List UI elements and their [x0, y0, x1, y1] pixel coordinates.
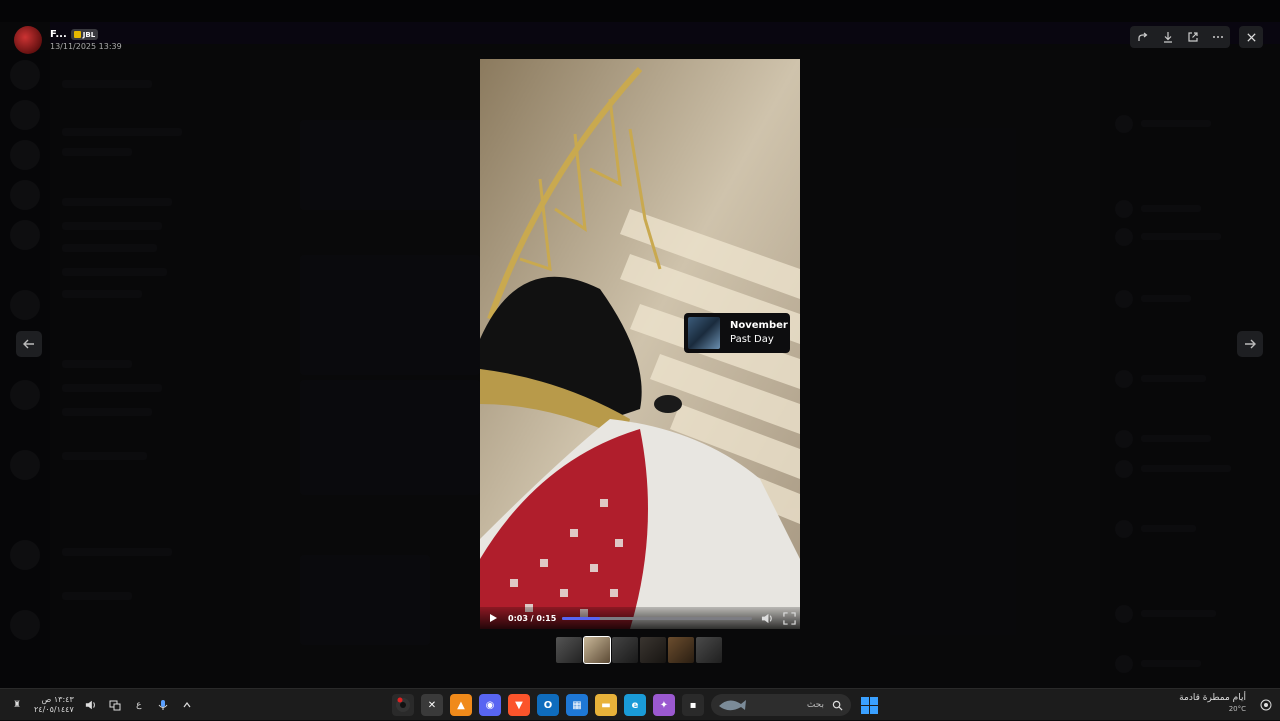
uploader-info: F... JBL 13/11/2025 13:39 [14, 26, 122, 54]
thumbnail[interactable] [696, 637, 722, 663]
share-icon [1137, 32, 1147, 41]
next-button[interactable] [1237, 331, 1263, 357]
generic-app-icon[interactable]: ▪ [682, 694, 704, 716]
volume-icon [761, 613, 772, 623]
share-button[interactable] [1134, 28, 1152, 46]
outlook-app-icon[interactable]: O [537, 694, 559, 716]
file-explorer-icon[interactable]: ▬ [595, 694, 617, 716]
avatar[interactable] [14, 26, 42, 54]
speaker-icon[interactable] [84, 698, 98, 712]
windows-logo-icon [860, 696, 869, 705]
sticker-title: November [730, 320, 788, 331]
media-thumbnail-strip [556, 636, 722, 664]
fullscreen-icon [783, 611, 796, 625]
clock-time: ١٣:٤٣ ص [41, 695, 74, 704]
search-placeholder: بحث [806, 700, 824, 710]
previous-button[interactable] [16, 331, 42, 357]
network-icon[interactable] [108, 698, 122, 712]
store-app-icon[interactable]: ▦ [566, 694, 588, 716]
thumbnail[interactable] [612, 637, 638, 663]
close-button[interactable] [1239, 26, 1263, 48]
fullscreen-button[interactable] [782, 611, 796, 625]
arrow-left-icon [23, 339, 34, 349]
song-sticker[interactable]: November Past Day [684, 313, 790, 353]
album-art [688, 317, 720, 349]
close-icon [1246, 32, 1256, 42]
weather-text: أيام ممطرة قادمة [1179, 693, 1246, 703]
chevron-up-icon[interactable] [180, 698, 194, 712]
thumbnail-selected[interactable] [583, 636, 611, 664]
thumbnail[interactable] [556, 637, 582, 663]
progress-fill [562, 616, 601, 620]
uploader-name[interactable]: F... [50, 29, 67, 40]
sticker-subtitle: Past Day [730, 334, 774, 345]
progress-bar[interactable] [562, 616, 753, 620]
windows-taskbar: ♜ ١٣:٤٣ ص ٢٤/٠٥/١٤٤٧ ع ✕ ▲ ◉ ▼ O ▦ ▬ e ✦… [0, 688, 1280, 720]
discord-app-icon[interactable]: ◉ [479, 694, 501, 716]
upload-timestamp: 13/11/2025 13:39 [50, 42, 122, 51]
edge-app-icon[interactable]: e [624, 694, 646, 716]
weather-widget[interactable]: أيام ممطرة قادمة 20°C [1179, 693, 1246, 715]
clock-date: ٢٤/٠٥/١٤٤٧ [34, 705, 74, 714]
taskbar-search[interactable]: بحث [711, 694, 851, 716]
download-icon [1163, 32, 1172, 43]
thumbnail[interactable] [668, 637, 694, 663]
video-controls: 0:03 / 0:15 [480, 607, 800, 629]
system-clock[interactable]: ١٣:٤٣ ص ٢٤/٠٥/١٤٤٧ [34, 695, 74, 715]
brave-app-icon[interactable]: ▼ [508, 694, 530, 716]
play-icon [490, 614, 497, 622]
media-actions-toolbar [1130, 26, 1230, 48]
copilot-app-icon[interactable]: ✦ [653, 694, 675, 716]
tag-icon [73, 31, 81, 38]
more-icon [1212, 36, 1223, 38]
time-display: 0:03 / 0:15 [508, 613, 557, 623]
microphone-icon[interactable] [156, 698, 170, 712]
search-highlight-icon [719, 700, 746, 711]
discord-app-icon[interactable] [392, 694, 414, 716]
open-external-icon [1187, 32, 1198, 42]
vlc-app-icon[interactable]: ▲ [450, 694, 472, 716]
more-button[interactable] [1209, 28, 1227, 46]
start-button[interactable] [858, 694, 880, 716]
thumbnail[interactable] [640, 637, 666, 663]
arrow-right-icon [1245, 339, 1256, 349]
capcut-app-icon[interactable]: ✕ [421, 694, 443, 716]
search-icon [832, 700, 843, 711]
badge-label: JBL [82, 30, 96, 39]
guild-tag-badge: JBL [70, 29, 99, 40]
open-external-button[interactable] [1184, 28, 1202, 46]
play-button[interactable] [486, 611, 500, 625]
download-button[interactable] [1159, 28, 1177, 46]
notification-icon[interactable] [1258, 697, 1274, 713]
video-player[interactable]: November Past Day [480, 59, 800, 629]
language-indicator[interactable]: ع [132, 698, 146, 712]
volume-button[interactable] [760, 611, 774, 625]
tray-app-icon[interactable]: ♜ [10, 698, 24, 712]
weather-temp: 20°C [1228, 705, 1246, 713]
